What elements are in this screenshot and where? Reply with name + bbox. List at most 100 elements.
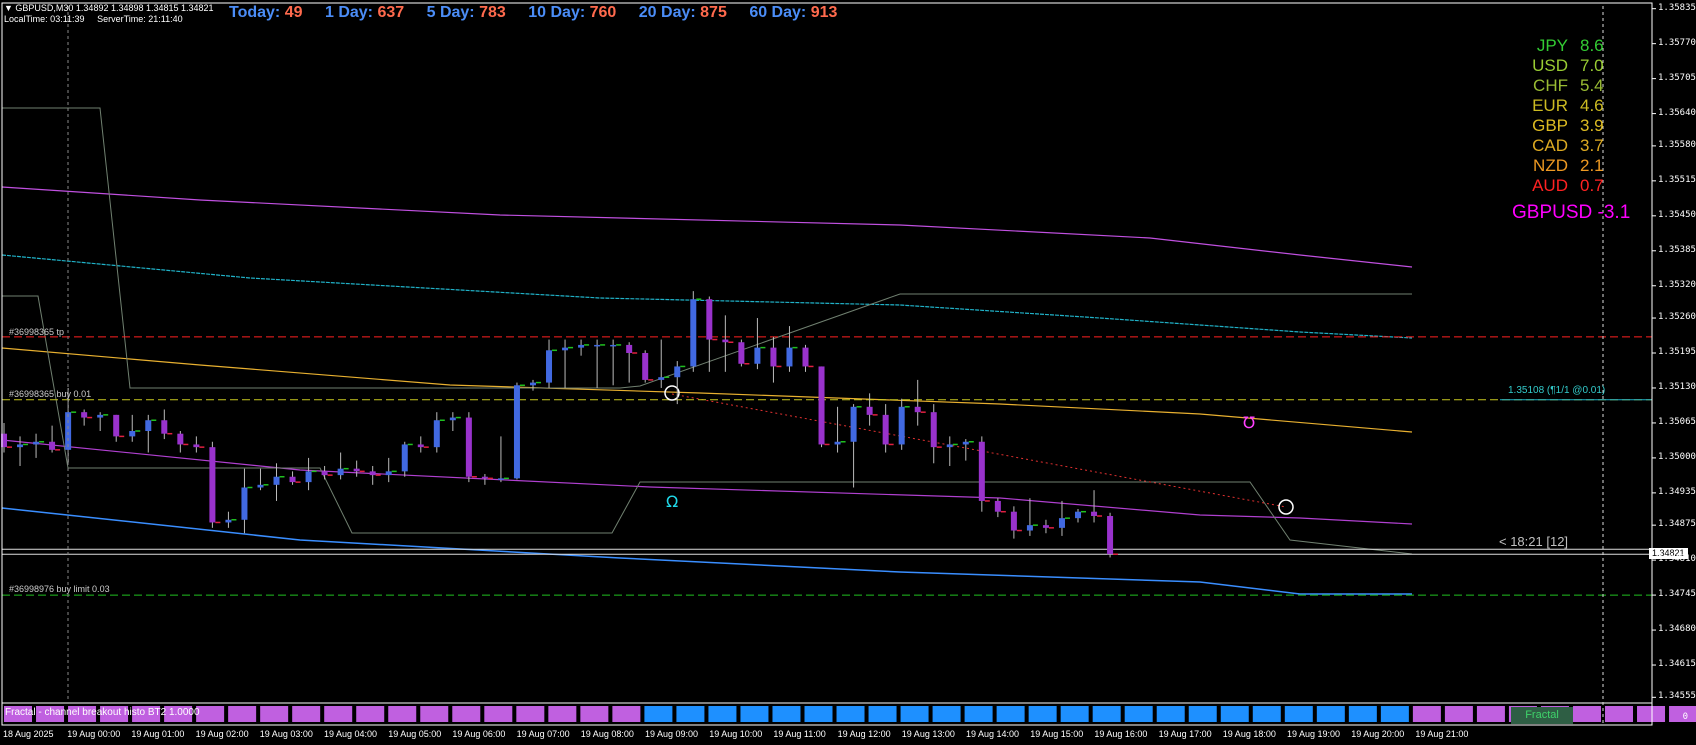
candle-bear bbox=[770, 347, 777, 367]
price-tick: 1.35450 bbox=[1658, 209, 1696, 220]
price-tick: 1.35580 bbox=[1658, 139, 1696, 150]
fractal-down-icon: ℧ bbox=[1243, 413, 1255, 432]
candle-bull bbox=[337, 468, 344, 476]
histo-bar-bull bbox=[676, 706, 705, 722]
order-tp-label[interactable]: #36998365 tp bbox=[9, 327, 64, 337]
order-limit-label[interactable]: #36998976 buy limit 0.03 bbox=[9, 584, 110, 594]
chart-header: ▼ GBPUSD,M30 1.34892 1.34898 1.34815 1.3… bbox=[4, 3, 214, 25]
histo-bar-bear bbox=[452, 706, 481, 722]
fractal-button[interactable]: Fractal bbox=[1511, 707, 1573, 724]
price-tick: 1.35195 bbox=[1658, 347, 1696, 357]
range-stats: Today: 49 1 Day: 637 5 Day: 783 10 Day: … bbox=[229, 4, 855, 22]
candle-bear bbox=[481, 476, 488, 479]
range-5day-label: 5 Day: bbox=[426, 4, 475, 21]
histo-bar-bull bbox=[1380, 706, 1409, 722]
time-tick: 19 Aug 21:00 bbox=[1415, 729, 1469, 739]
candle-bear bbox=[193, 444, 200, 448]
time-tick: 19 Aug 05:00 bbox=[388, 729, 442, 739]
range-1day-label: 1 Day: bbox=[324, 4, 373, 21]
candle-bear bbox=[818, 366, 825, 445]
range-10day-value: 760 bbox=[589, 4, 617, 21]
trade-entry-label[interactable]: 1.35108 (¶1/1 @0.01) bbox=[1508, 385, 1605, 396]
indicator-label: Fractal - channel breakout histo BT2 1.0… bbox=[5, 707, 200, 718]
strength-row-usd: USD 7.0 bbox=[1532, 56, 1604, 75]
candle-bear bbox=[866, 406, 873, 415]
histo-bar-bull bbox=[1156, 706, 1185, 722]
price-tick: 1.34680 bbox=[1658, 624, 1696, 635]
time-tick: 19 Aug 16:00 bbox=[1094, 729, 1148, 739]
candle-bear bbox=[321, 471, 328, 476]
candle-bear bbox=[369, 471, 376, 476]
time-tick: 19 Aug 12:00 bbox=[837, 729, 891, 739]
candle-bear bbox=[930, 412, 937, 448]
histo-bar-bull bbox=[932, 706, 961, 722]
candle-bear bbox=[978, 441, 985, 501]
histo-bar-bear bbox=[1412, 706, 1441, 722]
candle-bull bbox=[529, 382, 536, 386]
histo-bar-bull bbox=[740, 706, 769, 722]
price-chart[interactable]: Ω℧ bbox=[0, 0, 1696, 745]
histo-bar-bear bbox=[516, 706, 545, 722]
price-tick: 1.34875 bbox=[1658, 519, 1696, 530]
time-tick: 19 Aug 04:00 bbox=[324, 729, 378, 739]
price-tick: 1.34745 bbox=[1658, 589, 1696, 600]
time-tick: 18 Aug 2025 bbox=[3, 729, 54, 739]
candle-bear bbox=[738, 342, 745, 364]
price-tick: 1.34935 bbox=[1658, 486, 1696, 497]
time-tick: 19 Aug 20:00 bbox=[1351, 729, 1405, 739]
candle-bull bbox=[594, 344, 601, 347]
price-tick: 1.34555 bbox=[1658, 691, 1696, 702]
range-1day-value: 637 bbox=[377, 4, 405, 21]
candle-bull bbox=[385, 471, 392, 476]
candle-bear bbox=[417, 444, 424, 448]
order-buy-label[interactable]: #36998365 buy 0.01 bbox=[9, 389, 91, 399]
symbol-quote[interactable]: ▼ GBPUSD,M30 1.34892 1.34898 1.34815 1.3… bbox=[4, 3, 214, 14]
candle-bull bbox=[546, 350, 553, 383]
candle-bear bbox=[626, 344, 633, 353]
candle-bull bbox=[834, 441, 841, 445]
local-time: LocalTime: 03:11:39 bbox=[4, 14, 85, 24]
candle-bull bbox=[225, 519, 232, 523]
candle-bear bbox=[81, 412, 88, 418]
candle-bear bbox=[289, 476, 296, 483]
candle-bull bbox=[17, 444, 24, 448]
candle-bear bbox=[642, 353, 649, 380]
candle-bear bbox=[1091, 511, 1098, 517]
histo-bar-bull bbox=[772, 706, 801, 722]
price-tick: 1.35770 bbox=[1658, 37, 1696, 48]
candle-bull bbox=[305, 471, 312, 483]
histo-bar-bear bbox=[484, 706, 513, 722]
strength-row-eur: EUR 4.6 bbox=[1532, 96, 1604, 115]
ma-orange bbox=[1, 347, 1413, 433]
candle-bull bbox=[273, 476, 280, 485]
histo-bar-bull bbox=[644, 706, 673, 722]
histo-bar-bull bbox=[1188, 706, 1217, 722]
histo-bar-bear bbox=[1572, 706, 1601, 722]
histo-bar-bull bbox=[1028, 706, 1057, 722]
plot-frame bbox=[1, 2, 1653, 726]
histo-bar-bear bbox=[260, 706, 289, 722]
histo-bar-bull bbox=[1060, 706, 1089, 722]
price-tick: 1.35705 bbox=[1658, 72, 1696, 83]
strength-row-chf: CHF 5.4 bbox=[1533, 76, 1604, 95]
histo-bar-bear bbox=[356, 706, 385, 722]
histo-bar-bull bbox=[1316, 706, 1345, 722]
candle-bull bbox=[33, 441, 40, 445]
histo-bar-bear bbox=[612, 706, 641, 722]
histo-bar-bull bbox=[1348, 706, 1377, 722]
range-20day-label: 20 Day: bbox=[638, 4, 696, 21]
time-tick: 19 Aug 10:00 bbox=[709, 729, 763, 739]
histo-bar-bear bbox=[388, 706, 417, 722]
price-tick: 1.34810 bbox=[1658, 554, 1696, 565]
histo-bar-bear bbox=[228, 706, 257, 722]
candle-bear bbox=[1010, 511, 1017, 531]
histo-bar-bear bbox=[196, 706, 225, 722]
price-tick: 1.35835 bbox=[1658, 2, 1696, 13]
price-tick: 1.35000 bbox=[1658, 451, 1696, 462]
candle-bull bbox=[754, 347, 761, 364]
histo-bar-bull bbox=[868, 706, 897, 722]
histo-bar-bull bbox=[836, 706, 865, 722]
histo-bar-bull bbox=[900, 706, 929, 722]
time-tick: 19 Aug 11:00 bbox=[773, 729, 826, 739]
histo-bar-bull bbox=[1124, 706, 1153, 722]
